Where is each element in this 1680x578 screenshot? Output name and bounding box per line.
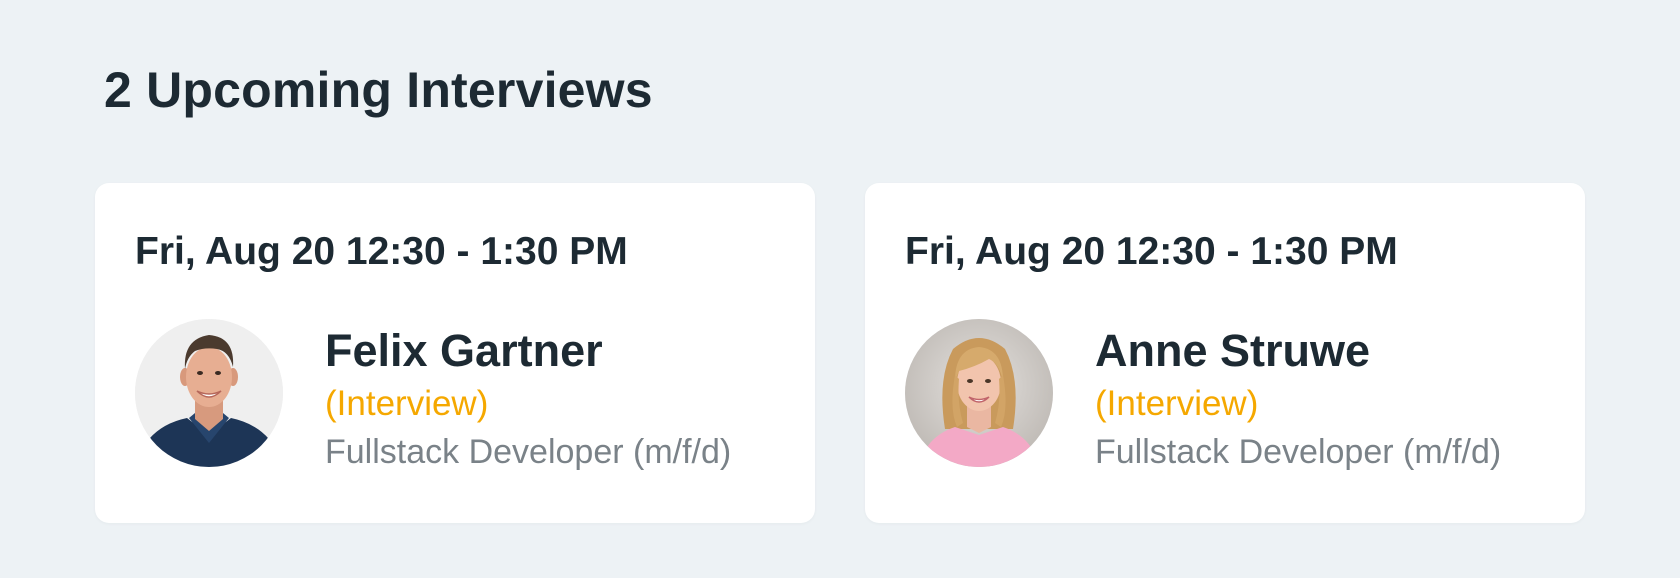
interview-card[interactable]: Fri, Aug 20 12:30 - 1:30 PM [95, 183, 815, 523]
interview-time: Fri, Aug 20 12:30 - 1:30 PM [135, 230, 628, 273]
candidate-info: Anne Struwe (Interview) Fullstack Develo… [1095, 323, 1501, 475]
male-candidate-photo [135, 319, 283, 467]
interview-time: Fri, Aug 20 12:30 - 1:30 PM [905, 230, 1398, 273]
candidate-name[interactable]: Anne Struwe [1095, 323, 1501, 379]
job-title: Fullstack Developer (m/f/d) [1095, 433, 1502, 471]
interview-list: Fri, Aug 20 12:30 - 1:30 PM Felix Gartne… [95, 183, 1585, 523]
avatar [905, 319, 1053, 467]
avatar [135, 319, 283, 467]
female-candidate-photo [905, 319, 1053, 467]
interview-card[interactable]: Fri, Aug 20 12:30 - 1:30 PM [865, 183, 1585, 523]
candidate-name[interactable]: Felix Gartner [325, 323, 731, 379]
page-title: 2 Upcoming Interviews [104, 62, 653, 118]
job-title: Fullstack Developer (m/f/d) [325, 433, 732, 471]
interview-stage: (Interview) [325, 384, 489, 423]
candidate-info: Felix Gartner (Interview) Fullstack Deve… [325, 323, 731, 475]
interview-stage: (Interview) [1095, 384, 1259, 423]
